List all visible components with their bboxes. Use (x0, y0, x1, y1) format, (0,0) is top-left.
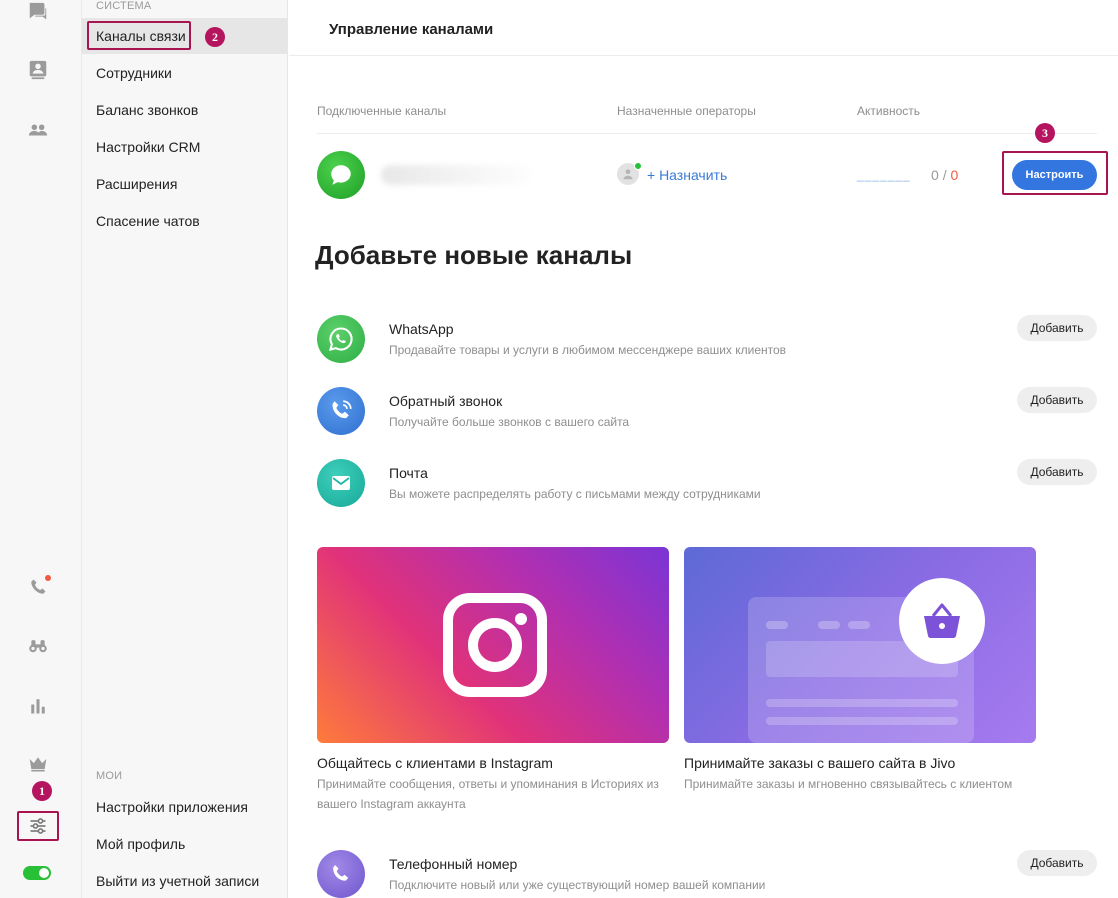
menu-item-label: Сотрудники (96, 65, 172, 81)
menu-item-staff[interactable]: Сотрудники (82, 55, 287, 91)
activity-separator: / (942, 167, 947, 183)
menu-item-label: Настройки приложения (96, 799, 248, 815)
menu-item-label: Спасение чатов (96, 213, 200, 229)
callback-icon (317, 387, 365, 435)
option-title: Телефонный номер (389, 856, 518, 872)
table-divider (317, 133, 1097, 134)
option-description: Подключите новый или уже существующий но… (389, 878, 766, 892)
chat-icon[interactable] (26, 0, 50, 24)
option-whatsapp: WhatsApp Продавайте товары и услуги в лю… (317, 315, 1097, 365)
menu-item-logout[interactable]: Выйти из учетной записи (82, 863, 287, 898)
add-channels-heading: Добавьте новые каналы (315, 240, 633, 270)
option-description: Вы можете распределять работу с письмами… (389, 487, 761, 501)
reports-icon[interactable] (26, 694, 50, 718)
page-header: Управление каналами (289, 0, 1118, 56)
instagram-icon (443, 593, 547, 697)
option-title: WhatsApp (389, 321, 454, 337)
page-title: Управление каналами (329, 21, 494, 38)
chat-widget-icon (317, 151, 365, 199)
settings-menu: СИСТЕМА Каналы связи 2 Сотрудники Баланс… (82, 0, 288, 898)
column-header-activity: Активность (857, 104, 921, 118)
add-callback-button[interactable]: Добавить (1017, 387, 1097, 413)
binoculars-icon[interactable] (26, 634, 50, 658)
activity-total: 0 (950, 167, 959, 183)
notification-dot (45, 575, 51, 581)
settings-sliders-icon[interactable] (26, 814, 50, 838)
basket-icon (748, 578, 985, 743)
column-header-channels: Подключенные каналы (317, 104, 447, 118)
step-marker-2: 2 (205, 27, 225, 47)
menu-item-crm-settings[interactable]: Настройки CRM (82, 129, 287, 165)
configure-button[interactable]: Настроить (1012, 160, 1097, 190)
menu-item-label: Мой профиль (96, 836, 186, 852)
option-callback: Обратный звонок Получайте больше звонков… (317, 387, 1097, 437)
menu-section-system: СИСТЕМА (96, 0, 152, 12)
contacts-icon[interactable] (26, 58, 50, 82)
jivo-orders-promo-card[interactable] (684, 547, 1036, 743)
add-whatsapp-button[interactable]: Добавить (1017, 315, 1097, 341)
menu-item-label: Выйти из учетной записи (96, 873, 260, 889)
activity-sparkline: _______ (857, 168, 911, 182)
whatsapp-icon (317, 315, 365, 363)
connected-channel-row: + Назначить _______ 0 / 0 (317, 148, 1097, 202)
step-marker-1: 1 (32, 781, 52, 801)
option-mail: Почта Вы можете распределять работу с пи… (317, 459, 1097, 509)
menu-item-label: Баланс звонков (96, 102, 199, 118)
menu-item-chat-rescue[interactable]: Спасение чатов (82, 203, 287, 239)
option-phone-number: Телефонный номер Подключите новый или уж… (317, 850, 1097, 898)
main-content: Управление каналами Подключенные каналы … (289, 0, 1118, 898)
menu-item-app-settings[interactable]: Настройки приложения (82, 789, 287, 825)
menu-item-extensions[interactable]: Расширения (82, 166, 287, 202)
option-title: Обратный звонок (389, 393, 503, 409)
mail-icon (317, 459, 365, 507)
instagram-promo-description: Принимайте сообщения, ответы и упоминани… (317, 777, 659, 811)
jivo-promo-description: Принимайте заказы и мгновенно связывайте… (684, 777, 1013, 791)
step-marker-3: 3 (1035, 123, 1055, 143)
channel-name-blurred (381, 165, 531, 185)
team-icon[interactable] (26, 118, 50, 142)
add-mail-button[interactable]: Добавить (1017, 459, 1097, 485)
instagram-promo-title[interactable]: Общайтесь с клиентами в Instagram (317, 755, 553, 771)
crown-icon[interactable] (26, 752, 50, 776)
option-title: Почта (389, 465, 428, 481)
online-status-toggle[interactable] (23, 866, 51, 880)
option-description: Продавайте товары и услуги в любимом мес… (389, 343, 787, 357)
jivo-promo-title[interactable]: Принимайте заказы с вашего сайта в Jivo (684, 755, 955, 771)
assign-operator-link[interactable]: + Назначить (647, 167, 727, 183)
phone-icon (317, 850, 365, 898)
add-phone-button[interactable]: Добавить (1017, 850, 1097, 876)
online-indicator (634, 162, 642, 170)
activity-count: 0 / 0 (931, 167, 958, 183)
menu-item-label: Расширения (96, 176, 178, 192)
menu-section-mine: МОИ (96, 770, 123, 782)
option-description: Получайте больше звонков с вашего сайта (389, 415, 630, 429)
column-header-operators: Назначенные операторы (617, 104, 756, 118)
highlight-channels (87, 21, 191, 50)
instagram-promo-card[interactable] (317, 547, 669, 743)
menu-item-call-balance[interactable]: Баланс звонков (82, 92, 287, 128)
icon-rail: 1 (0, 0, 82, 898)
activity-done: 0 (931, 167, 939, 183)
menu-item-label: Настройки CRM (96, 139, 201, 155)
menu-item-my-profile[interactable]: Мой профиль (82, 826, 287, 862)
